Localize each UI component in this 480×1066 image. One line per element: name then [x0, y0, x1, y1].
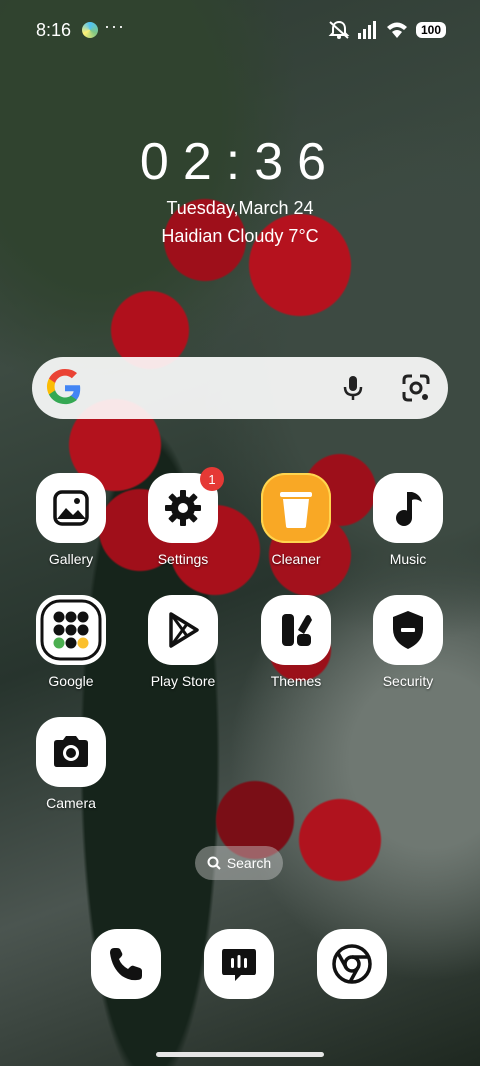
trash-icon [280, 492, 312, 528]
weather-text[interactable]: Haidian Cloudy 7°C [0, 226, 480, 247]
messages-icon [222, 949, 256, 981]
app-security[interactable]: Security [358, 595, 458, 689]
status-icons: 100 [328, 20, 446, 40]
notification-badge: 1 [200, 467, 224, 491]
app-search-button[interactable]: Search [195, 846, 283, 880]
app-play-store[interactable]: Play Store [133, 595, 233, 689]
mute-icon [328, 20, 350, 39]
dock-chrome[interactable] [317, 929, 387, 999]
app-label: Settings [157, 551, 209, 567]
app-label: Themes [270, 673, 322, 689]
wifi-icon [386, 22, 407, 38]
clock-date[interactable]: Tuesday,March 24 [0, 198, 480, 219]
camera-icon [54, 736, 88, 767]
app-gallery[interactable]: Gallery [21, 473, 121, 567]
signal-icon [357, 21, 376, 39]
dock-phone[interactable] [91, 929, 161, 999]
battery-icon: 100 [415, 22, 446, 38]
google-lens-icon[interactable] [400, 372, 432, 404]
google-logo-icon [46, 369, 81, 405]
status-bar: 8:16 ··· 100 [0, 0, 480, 60]
google-search-bar[interactable] [32, 357, 448, 419]
app-cleaner[interactable]: Cleaner [246, 473, 346, 567]
app-label: Gallery [48, 551, 94, 567]
app-label: Google [48, 673, 94, 689]
mic-icon[interactable] [337, 372, 369, 404]
gear-icon [165, 490, 201, 526]
more-notifications-icon: ··· [104, 16, 125, 36]
music-note-icon [396, 492, 422, 526]
app-label: Camera [46, 795, 96, 811]
search-label: Search [226, 855, 272, 871]
app-label: Security [382, 673, 434, 689]
status-time: 8:16 [36, 20, 72, 40]
search-icon [207, 856, 221, 870]
shield-icon [393, 611, 423, 649]
home-indicator[interactable] [156, 1052, 324, 1057]
app-google-folder[interactable]: Google [21, 595, 121, 689]
clock-time[interactable]: 02:36 [0, 132, 480, 192]
google-folder-icon [40, 599, 102, 661]
app-themes[interactable]: Themes [246, 595, 346, 689]
app-notification-icon [82, 22, 98, 38]
app-label: Cleaner [271, 551, 321, 567]
app-settings[interactable]: 1 Settings [133, 467, 233, 567]
themes-icon [282, 614, 312, 646]
dock-messages[interactable] [204, 929, 274, 999]
play-store-icon [169, 612, 199, 648]
gallery-icon [53, 490, 89, 526]
app-label: Play Store [150, 673, 216, 689]
app-label: Music [389, 551, 427, 567]
app-camera[interactable]: Camera [21, 717, 121, 811]
phone-icon [110, 948, 142, 981]
chrome-icon [332, 944, 372, 984]
app-music[interactable]: Music [358, 473, 458, 567]
